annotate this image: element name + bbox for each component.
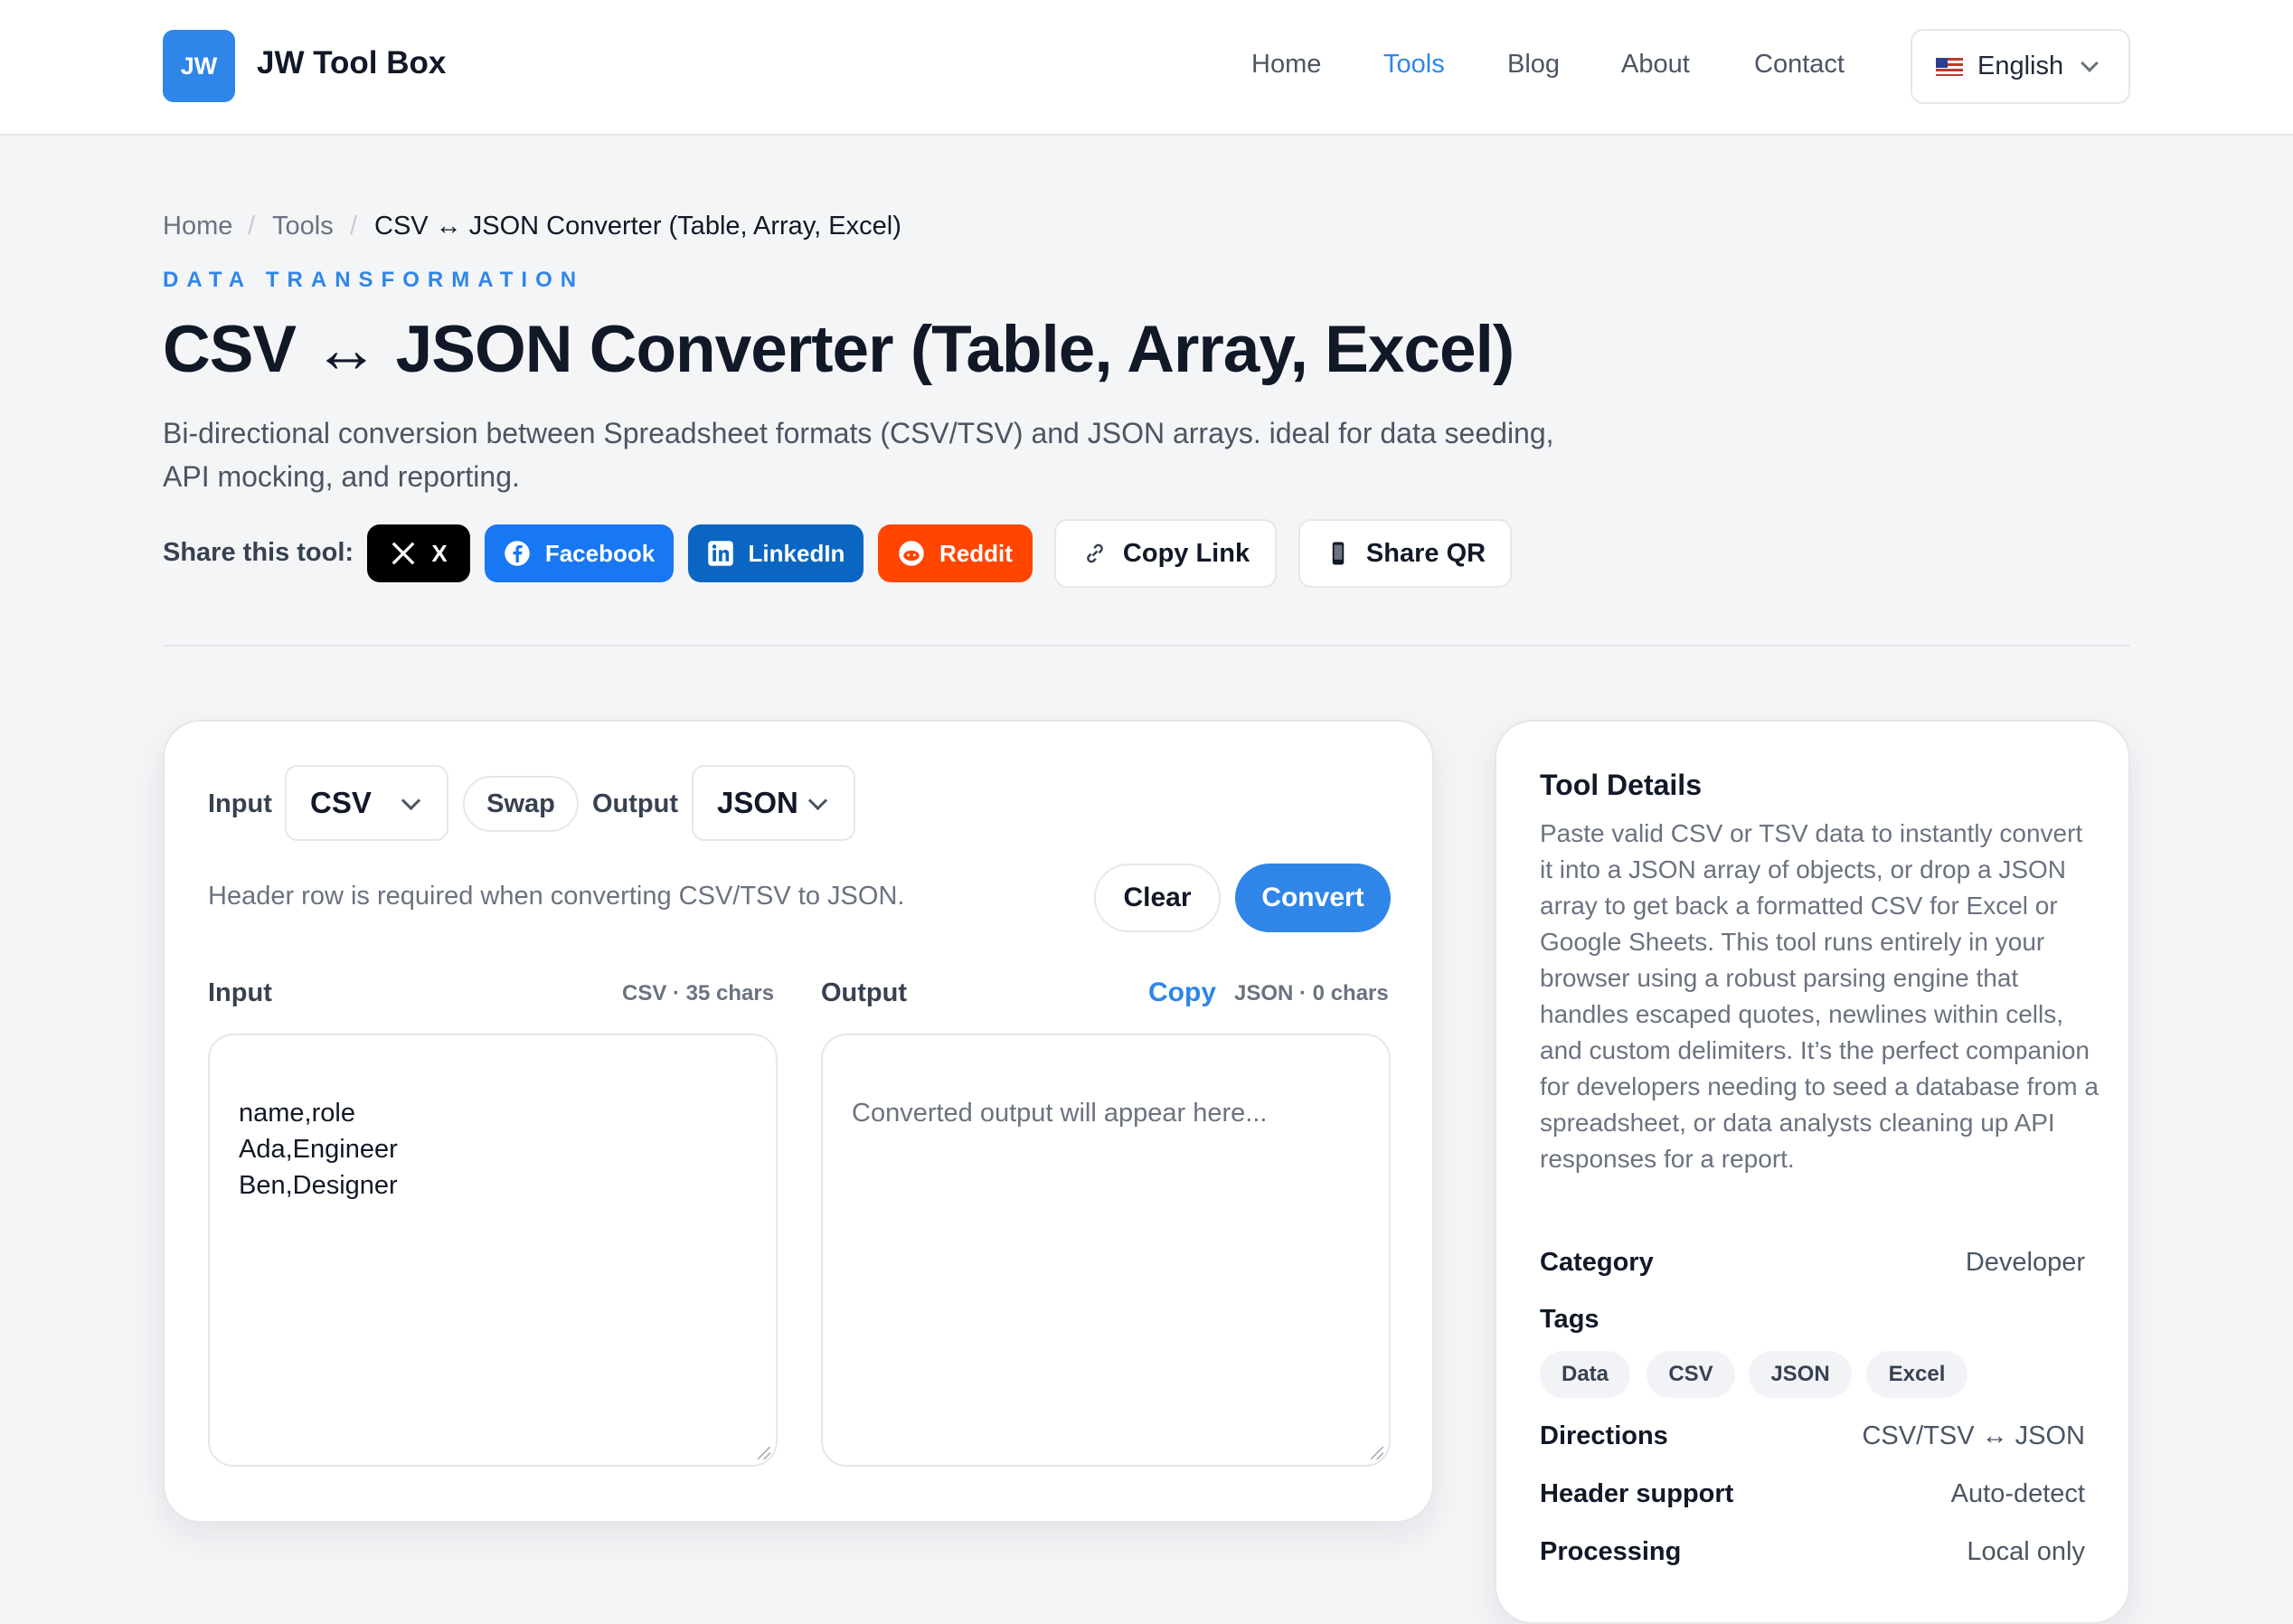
section-divider (163, 645, 2130, 647)
processing-label: Processing (1540, 1537, 1682, 1566)
output-format-value: JSON (717, 786, 798, 819)
share-qr-label: Share QR (1365, 538, 1486, 568)
language-select[interactable]: English (1911, 29, 2130, 104)
share-x-button[interactable]: X (367, 524, 470, 582)
share-reddit-button[interactable]: Reddit (878, 524, 1033, 582)
tag-json[interactable]: JSON (1749, 1351, 1852, 1398)
share-facebook-label: Facebook (544, 539, 656, 567)
share-x-label: X (431, 539, 448, 567)
header-support-label: Header support (1540, 1479, 1734, 1508)
breadcrumb-separator: / (248, 212, 256, 241)
header-row-hint: Header row is required when converting C… (208, 882, 905, 911)
clear-button[interactable]: Clear (1094, 864, 1221, 932)
share-qr-button[interactable]: Share QR (1298, 519, 1512, 588)
chevron-down-icon (2081, 53, 2100, 72)
breadcrumb-separator: / (350, 212, 358, 241)
nav-about[interactable]: About (1621, 50, 1690, 80)
output-textarea[interactable]: Converted output will appear here... (821, 1034, 1391, 1467)
share-label: Share this tool: (163, 538, 354, 567)
tag-data[interactable]: Data (1540, 1351, 1630, 1398)
input-format-select[interactable]: CSV (285, 765, 448, 841)
nav-contact[interactable]: Contact (1754, 50, 1845, 80)
input-format-label: Input (208, 789, 272, 818)
directions-label: Directions (1540, 1421, 1668, 1450)
output-format-label: Output (592, 789, 679, 818)
us-flag-icon (1936, 57, 1963, 76)
tag-excel[interactable]: Excel (1866, 1351, 1967, 1398)
linkedin-icon (707, 540, 734, 567)
input-text: name,role Ada,Engineer Ben,Designer (239, 1099, 398, 1200)
category-eyebrow: DATA TRANSFORMATION (163, 268, 585, 292)
resize-handle-icon[interactable] (758, 1447, 770, 1459)
resize-handle-icon[interactable] (1371, 1447, 1383, 1459)
processing-value: Local only (1967, 1537, 2085, 1566)
output-char-count: JSON · 0 chars (1234, 981, 1389, 1006)
category-label: Category (1540, 1248, 1654, 1277)
directions-value: CSV/TSV ↔ JSON (1862, 1421, 2085, 1450)
tool-details-title: Tool Details (1540, 769, 1702, 801)
category-value: Developer (1965, 1248, 2085, 1277)
share-linkedin-button[interactable]: LinkedIn (688, 524, 863, 582)
mobile-phone-icon (1325, 540, 1352, 567)
share-linkedin-label: LinkedIn (748, 539, 845, 567)
chevron-down-icon (807, 790, 828, 811)
copy-output-button[interactable]: Copy (1148, 977, 1216, 1008)
page-description: Bi-directional conversion between Spread… (163, 417, 1554, 493)
language-label: English (1977, 52, 2064, 80)
swap-button[interactable]: Swap (463, 776, 579, 832)
logo[interactable]: JW (163, 30, 235, 102)
top-navigation-bar: JW JW Tool Box Home Tools Blog About Con… (0, 0, 2293, 136)
input-panel-title: Input (208, 978, 272, 1007)
link-icon (1081, 540, 1109, 567)
breadcrumb-tools[interactable]: Tools (272, 212, 334, 241)
copy-link-button[interactable]: Copy Link (1054, 519, 1277, 588)
brand-name[interactable]: JW Tool Box (257, 45, 446, 81)
nav-tools[interactable]: Tools (1383, 50, 1445, 80)
output-format-select[interactable]: JSON (692, 765, 855, 841)
share-reddit-label: Reddit (939, 539, 1013, 567)
nav-blog[interactable]: Blog (1507, 50, 1560, 80)
convert-button[interactable]: Convert (1235, 864, 1391, 932)
reddit-icon (898, 540, 925, 567)
chevron-down-icon (401, 790, 421, 811)
input-format-value: CSV (310, 786, 372, 819)
x-logo-icon (390, 540, 417, 567)
share-facebook-button[interactable]: Facebook (485, 524, 674, 582)
tag-csv[interactable]: CSV (1647, 1351, 1735, 1398)
copy-link-label: Copy Link (1122, 538, 1250, 568)
page-title: CSV ↔ JSON Converter (Table, Array, Exce… (163, 313, 1515, 386)
breadcrumb-home[interactable]: Home (163, 212, 232, 241)
nav-home[interactable]: Home (1251, 50, 1321, 80)
header-support-value: Auto-detect (1950, 1479, 2085, 1508)
output-panel-title: Output (821, 978, 908, 1007)
input-textarea[interactable]: name,role Ada,Engineer Ben,Designer (208, 1034, 778, 1467)
output-placeholder: Converted output will appear here... (852, 1099, 1268, 1128)
facebook-icon (504, 540, 531, 567)
tags-label: Tags (1540, 1305, 1599, 1334)
tool-details-description: Paste valid CSV or TSV data to instantly… (1540, 819, 2099, 1173)
input-char-count: CSV · 35 chars (622, 981, 775, 1006)
breadcrumb-current: CSV ↔ JSON Converter (Table, Array, Exce… (374, 212, 901, 241)
